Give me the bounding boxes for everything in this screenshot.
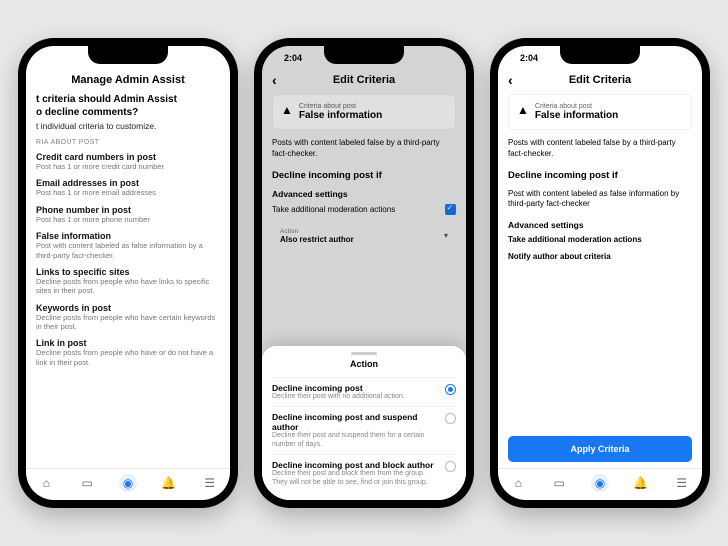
decline-subhead: Decline incoming post if [272,170,456,181]
advanced-settings-label: Advanced settings [508,220,692,230]
video-icon[interactable]: ▭ [550,474,568,492]
phone-edit-criteria-sheet: 2:04 ‹ Edit Criteria ▲ Criteria about po… [254,38,474,508]
criteria-item[interactable]: Phone number in post Post has 1 or more … [36,205,220,224]
radio-selected-icon[interactable] [445,384,456,395]
home-icon[interactable]: ⌂ [509,474,527,492]
groups-icon[interactable]: ◉ [591,474,609,492]
moderation-actions-row[interactable]: Take additional moderation actions [508,235,692,244]
decline-subhead: Decline incoming post if [508,170,692,181]
tab-bar: ⌂ ▭ ◉ 🔔 ☰ [498,468,702,500]
criteria-item[interactable]: Keywords in post Decline posts from peop… [36,303,220,332]
bell-icon[interactable]: 🔔 [160,474,178,492]
chevron-down-icon: ▾ [444,231,448,240]
phone-manage-admin-assist: Manage Admin Assist t criteria should Ad… [18,38,238,508]
screen: Manage Admin Assist t criteria should Ad… [26,46,230,500]
criteria-description: Posts with content labeled false by a th… [272,138,456,160]
action-option[interactable]: Decline incoming post and suspend author… [272,406,456,454]
notify-author-row[interactable]: Notify author about criteria [508,252,692,261]
action-option[interactable]: Decline incoming post Decline their post… [272,377,456,406]
content-area: t criteria should Admin Assist o decline… [26,94,230,468]
groups-icon[interactable]: ◉ [119,474,137,492]
bell-icon[interactable]: 🔔 [632,474,650,492]
sheet-title: Action [272,359,456,369]
criteria-item[interactable]: False information Post with content labe… [36,231,220,260]
criteria-item[interactable]: Email addresses in post Post has 1 or mo… [36,178,220,197]
moderation-actions-toggle[interactable]: Take additional moderation actions [272,204,456,215]
criteria-item[interactable]: Links to specific sites Decline posts fr… [36,267,220,296]
home-icon[interactable]: ⌂ [37,474,55,492]
video-icon[interactable]: ▭ [78,474,96,492]
action-sheet: Action Decline incoming post Decline the… [262,346,466,500]
menu-icon[interactable]: ☰ [201,474,219,492]
menu-icon[interactable]: ☰ [673,474,691,492]
apply-criteria-button[interactable]: Apply Criteria [508,436,692,462]
tab-bar: ⌂ ▭ ◉ 🔔 ☰ [26,468,230,500]
criteria-item[interactable]: Credit card numbers in post Post has 1 o… [36,152,220,171]
radio-icon[interactable] [445,461,456,472]
phone-notch [88,46,168,64]
warning-icon: ▲ [517,103,529,121]
phone-notch [324,46,404,64]
criteria-description: Posts with content labeled false by a th… [508,138,692,160]
checkbox-checked-icon[interactable] [445,204,456,215]
radio-icon[interactable] [445,413,456,424]
action-option[interactable]: Decline incoming post and block author D… [272,454,456,492]
question-title: t criteria should Admin Assist o decline… [36,94,220,119]
content-area: ▲ Criteria about post False information … [498,94,702,468]
section-label: RIA ABOUT POST [36,139,220,146]
criteria-card: ▲ Criteria about post False information [272,94,456,130]
warning-icon: ▲ [281,103,293,121]
status-time: 2:04 [284,53,302,63]
back-icon[interactable]: ‹ [272,72,277,88]
criteria-card: ▲ Criteria about post False information [508,94,692,130]
back-icon[interactable]: ‹ [508,72,513,88]
page-title: ‹ Edit Criteria [262,68,466,94]
sheet-grabber[interactable] [351,352,377,355]
status-time: 2:04 [520,53,538,63]
page-title: Manage Admin Assist [26,68,230,94]
advanced-settings-label: Advanced settings [272,189,456,199]
screen: 2:04 ‹ Edit Criteria ▲ Criteria about po… [262,46,466,500]
phone-edit-criteria-apply: 2:04 ‹ Edit Criteria ▲ Criteria about po… [490,38,710,508]
action-select[interactable]: Action Also restrict author ▾ [272,223,456,249]
question-subtitle: t individual criteria to customize. [36,121,220,131]
rule-text: Post with content labeled as false infor… [508,189,692,211]
page-title: ‹ Edit Criteria [498,68,702,94]
criteria-item[interactable]: Link in post Decline posts from people w… [36,338,220,367]
phone-notch [560,46,640,64]
screen: 2:04 ‹ Edit Criteria ▲ Criteria about po… [498,46,702,500]
